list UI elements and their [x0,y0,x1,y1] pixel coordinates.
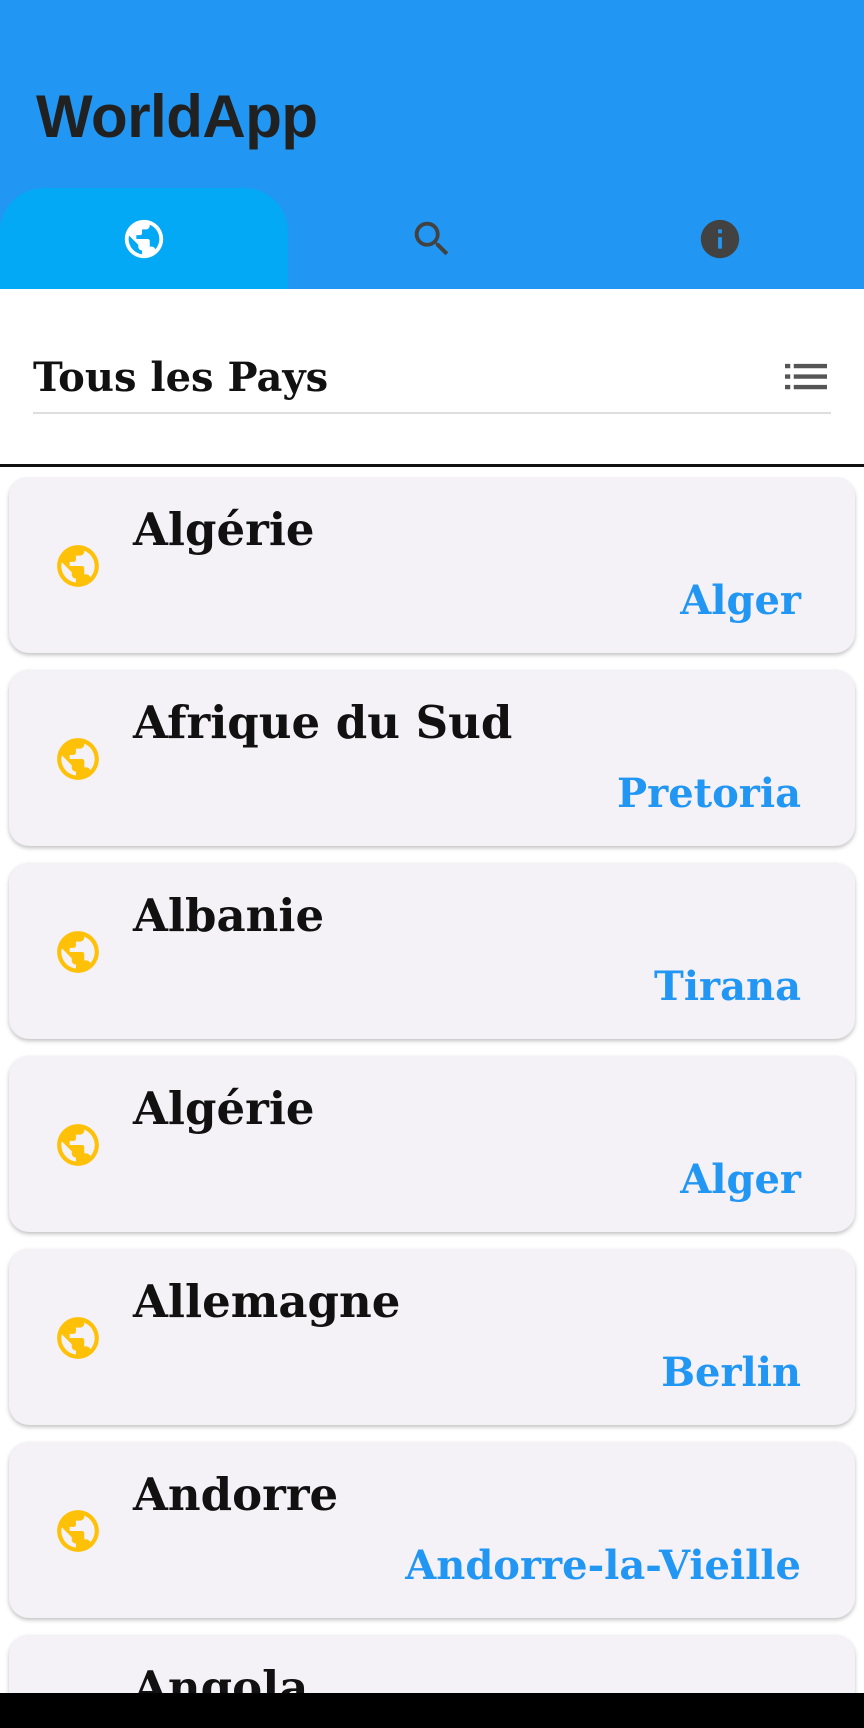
country-name: Albanie [133,889,325,942]
country-name: Algérie [133,503,315,556]
section-header: Tous les Pays [33,350,831,414]
info-icon [700,219,740,258]
system-navigation-bar [0,1693,864,1728]
list-view-icon[interactable] [785,360,827,394]
country-card[interactable]: Allemagne Berlin [9,1249,855,1425]
tab-bar [0,188,864,289]
tab-info[interactable] [576,188,864,289]
country-name: Angola [133,1661,309,1693]
app-bar: WorldApp [0,0,864,289]
country-card[interactable]: Albanie Tirana [9,863,855,1039]
country-name: Afrique du Sud [133,696,513,749]
globe-icon [57,931,99,973]
country-card[interactable]: Algérie Alger [9,477,855,653]
country-card[interactable]: Angola [9,1635,855,1693]
capital-name: Andorre-la-Vieille [405,1542,801,1589]
capital-name: Pretoria [617,770,801,817]
country-name: Andorre [133,1468,339,1521]
divider [0,464,864,467]
country-name: Allemagne [133,1275,401,1328]
tab-search[interactable] [288,188,576,289]
globe-icon [57,1317,99,1359]
capital-name: Alger [680,577,801,624]
globe-icon [57,738,99,780]
capital-name: Tirana [654,963,801,1010]
capital-name: Berlin [661,1349,801,1396]
country-card[interactable]: Algérie Alger [9,1056,855,1232]
globe-icon [124,219,164,258]
section-title: Tous les Pays [33,354,329,401]
app-title: WorldApp [36,83,318,150]
globe-icon [57,1510,99,1552]
country-name: Algérie [133,1082,315,1135]
country-list[interactable]: Algérie Alger Afrique du Sud Pretoria Albani… [0,477,864,1693]
globe-icon [57,1124,99,1166]
capital-name: Alger [680,1156,801,1203]
search-icon [414,221,449,255]
country-card[interactable]: Afrique du Sud Pretoria [9,670,855,846]
tab-countries[interactable] [0,188,288,289]
country-card[interactable]: Andorre Andorre-la-Vieille [9,1442,855,1618]
globe-icon [57,545,99,587]
